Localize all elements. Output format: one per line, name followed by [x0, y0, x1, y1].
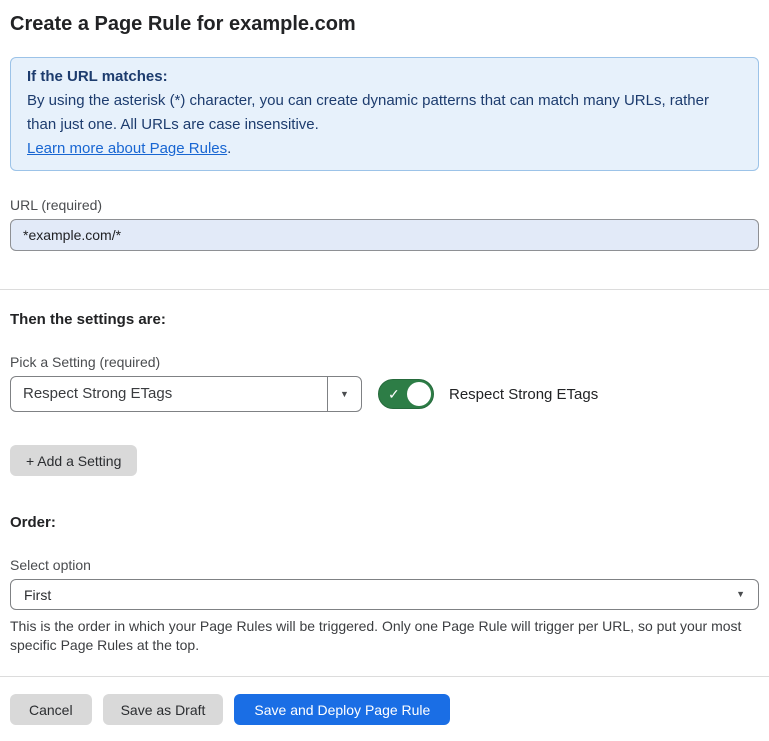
toggle-knob [407, 382, 431, 406]
info-box-link-line: Learn more about Page Rules. [27, 137, 742, 161]
order-select-label: Select option [10, 557, 759, 573]
url-field-label: URL (required) [10, 197, 759, 213]
setting-select[interactable]: Respect Strong ETags ▼ [10, 376, 362, 412]
order-select-value: First [24, 587, 51, 603]
order-select[interactable]: First ▼ [10, 579, 759, 610]
setting-select-value: Respect Strong ETags [11, 377, 327, 411]
save-and-deploy-button[interactable]: Save and Deploy Page Rule [234, 694, 450, 725]
setting-select-arrow-button[interactable]: ▼ [327, 377, 361, 411]
toggle-label: Respect Strong ETags [449, 386, 598, 403]
url-input[interactable] [10, 219, 759, 251]
footer-divider [0, 676, 769, 677]
section-divider [0, 289, 769, 290]
chevron-down-icon: ▼ [736, 590, 745, 599]
order-section-heading: Order: [10, 514, 759, 531]
page-rule-form: Create a Page Rule for example.com If th… [0, 12, 769, 741]
settings-section-heading: Then the settings are: [10, 311, 759, 328]
save-as-draft-button[interactable]: Save as Draft [103, 694, 224, 725]
learn-more-link[interactable]: Learn more about Page Rules [27, 140, 227, 157]
order-help-text: This is the order in which your Page Rul… [10, 617, 752, 655]
respect-strong-etags-toggle[interactable]: ✓ [378, 379, 434, 409]
cancel-button[interactable]: Cancel [10, 694, 92, 725]
info-box-body: By using the asterisk (*) character, you… [27, 89, 742, 137]
add-setting-button[interactable]: + Add a Setting [10, 445, 137, 476]
setting-row: Respect Strong ETags ▼ ✓ Respect Strong … [10, 376, 759, 412]
url-match-info-box: If the URL matches: By using the asteris… [10, 57, 759, 171]
pick-setting-label: Pick a Setting (required) [10, 354, 759, 370]
page-title: Create a Page Rule for example.com [10, 12, 759, 36]
info-box-heading: If the URL matches: [27, 65, 742, 89]
checkmark-icon: ✓ [388, 387, 400, 401]
chevron-down-icon: ▼ [340, 390, 349, 399]
link-period: . [227, 140, 231, 157]
